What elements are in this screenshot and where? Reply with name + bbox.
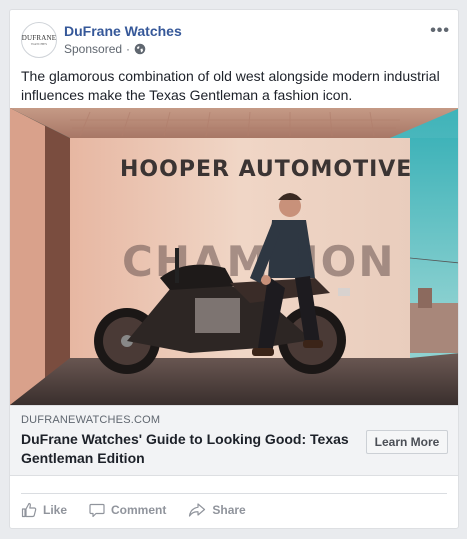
post-text: The glamorous combination of old west al… xyxy=(21,68,440,103)
globe-icon[interactable] xyxy=(134,43,146,55)
like-button[interactable]: Like xyxy=(21,502,67,518)
post-actions: Like Comment Share xyxy=(21,502,268,518)
comment-button[interactable]: Comment xyxy=(89,502,166,518)
avatar-logo-text: DUFRANE xyxy=(21,34,57,42)
link-headline[interactable]: DuFrane Watches' Guide to Looking Good: … xyxy=(21,430,351,468)
action-divider xyxy=(21,493,447,494)
post-header: DUFRANE WATCHES DuFrane Watches Sponsore… xyxy=(10,10,458,62)
share-icon xyxy=(189,503,206,517)
link-domain[interactable]: DUFRANEWATCHES.COM xyxy=(21,414,160,426)
sponsored-post-card: DUFRANE WATCHES DuFrane Watches Sponsore… xyxy=(9,9,459,529)
learn-more-button[interactable]: Learn More xyxy=(366,430,448,454)
ad-image[interactable]: HOOPER AUTOMOTIVE CHAMPION xyxy=(10,108,458,405)
avatar-sub-text: WATCHES xyxy=(30,42,48,46)
thumbs-up-icon xyxy=(21,502,37,518)
page-name-link[interactable]: DuFrane Watches xyxy=(64,23,182,39)
sponsored-label[interactable]: Sponsored xyxy=(64,42,122,56)
sign-text: HOOPER AUTOMOTIVE xyxy=(120,157,412,182)
page-avatar[interactable]: DUFRANE WATCHES xyxy=(21,22,57,58)
comment-label: Comment xyxy=(111,503,167,517)
link-preview[interactable]: DUFRANEWATCHES.COM DuFrane Watches' Guid… xyxy=(10,405,458,476)
like-label: Like xyxy=(43,503,68,517)
share-button[interactable]: Share xyxy=(188,502,246,518)
sponsored-row: Sponsored · xyxy=(64,42,146,56)
more-options-icon[interactable]: ••• xyxy=(430,22,450,40)
comment-icon xyxy=(89,503,105,518)
separator-dot: · xyxy=(126,42,131,56)
share-label: Share xyxy=(212,503,246,517)
